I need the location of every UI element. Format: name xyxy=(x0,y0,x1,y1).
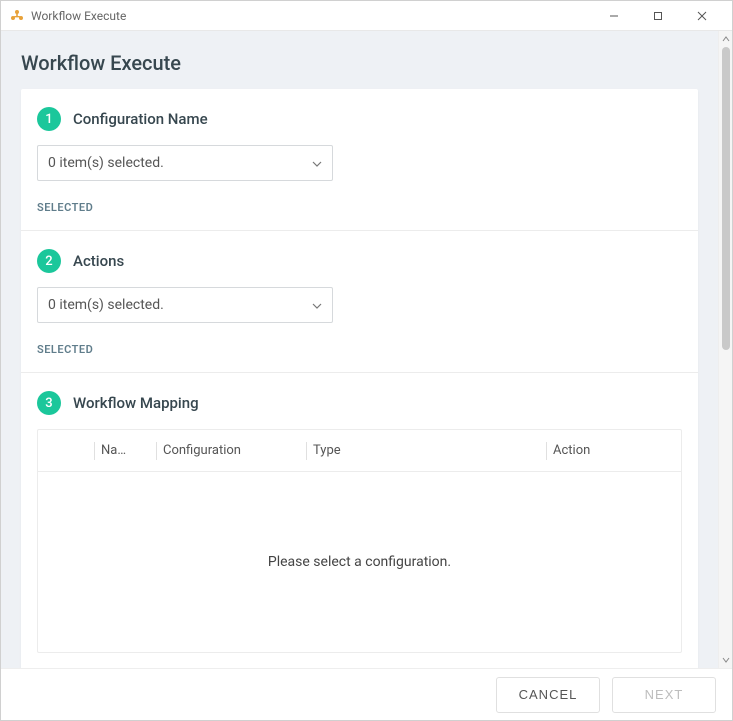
scrollbar-vertical[interactable] xyxy=(718,31,732,668)
selected-label: SELECTED xyxy=(37,201,682,214)
step-title: Configuration Name xyxy=(73,110,208,128)
selected-label: SELECTED xyxy=(37,343,682,356)
select-value: 0 item(s) selected. xyxy=(48,155,164,171)
actions-select[interactable]: 0 item(s) selected. xyxy=(37,287,333,323)
column-header-name[interactable]: Na… xyxy=(86,430,148,471)
configuration-select[interactable]: 0 item(s) selected. xyxy=(37,145,333,181)
column-label: Type xyxy=(313,443,341,458)
column-label: Action xyxy=(553,443,590,458)
wizard-card: 1 Configuration Name 0 item(s) selected.… xyxy=(21,89,698,668)
footer-bar: CANCEL NEXT xyxy=(1,668,732,720)
column-header-action[interactable]: Action xyxy=(538,430,681,471)
step-mapping: 3 Workflow Mapping Na… Configuration Typ… xyxy=(37,373,682,668)
step-number-badge: 1 xyxy=(37,107,61,131)
step-number-badge: 2 xyxy=(37,249,61,273)
next-button[interactable]: NEXT xyxy=(612,677,716,713)
column-separator xyxy=(306,442,307,460)
scroll-up-arrow-icon[interactable] xyxy=(720,33,732,45)
column-header-type[interactable]: Type xyxy=(298,430,538,471)
window-controls xyxy=(592,2,724,30)
step-number-badge: 3 xyxy=(37,391,61,415)
scroll-down-arrow-icon[interactable] xyxy=(720,654,732,666)
empty-state-message: Please select a configuration. xyxy=(268,554,451,570)
caret-down-icon xyxy=(312,155,322,171)
app-window: Workflow Execute Workflow Execute 1 xyxy=(0,0,733,721)
step-title: Workflow Mapping xyxy=(73,394,199,412)
step-header: 2 Actions xyxy=(37,249,682,273)
title-bar: Workflow Execute xyxy=(1,1,732,31)
column-header-configuration[interactable]: Configuration xyxy=(148,430,298,471)
select-value: 0 item(s) selected. xyxy=(48,297,164,313)
step-configuration: 1 Configuration Name 0 item(s) selected.… xyxy=(37,89,682,230)
body-area: Workflow Execute 1 Configuration Name 0 … xyxy=(1,31,732,668)
maximize-button[interactable] xyxy=(636,2,680,30)
scroll-thumb[interactable] xyxy=(722,47,730,350)
table-header-row: Na… Configuration Type Action xyxy=(38,430,681,472)
step-header: 1 Configuration Name xyxy=(37,107,682,131)
column-label: Configuration xyxy=(163,443,241,458)
window-title: Workflow Execute xyxy=(31,9,126,23)
step-header: 3 Workflow Mapping xyxy=(37,391,682,415)
page-header: Workflow Execute xyxy=(1,31,718,89)
column-selector-spacer xyxy=(38,430,86,471)
column-separator xyxy=(156,442,157,460)
step-title: Actions xyxy=(73,252,124,270)
cancel-button[interactable]: CANCEL xyxy=(496,677,600,713)
step-actions: 2 Actions 0 item(s) selected. SELECTED xyxy=(37,231,682,372)
page-title: Workflow Execute xyxy=(21,51,698,75)
column-label: Na… xyxy=(101,443,126,458)
mapping-table: Na… Configuration Type Action Please sel… xyxy=(37,429,682,653)
caret-down-icon xyxy=(312,297,322,313)
table-body: Please select a configuration. xyxy=(38,472,681,652)
minimize-button[interactable] xyxy=(592,2,636,30)
app-icon xyxy=(9,8,25,24)
column-separator xyxy=(546,442,547,460)
close-button[interactable] xyxy=(680,2,724,30)
column-separator xyxy=(94,442,95,460)
scroll-content: Workflow Execute 1 Configuration Name 0 … xyxy=(1,31,718,668)
